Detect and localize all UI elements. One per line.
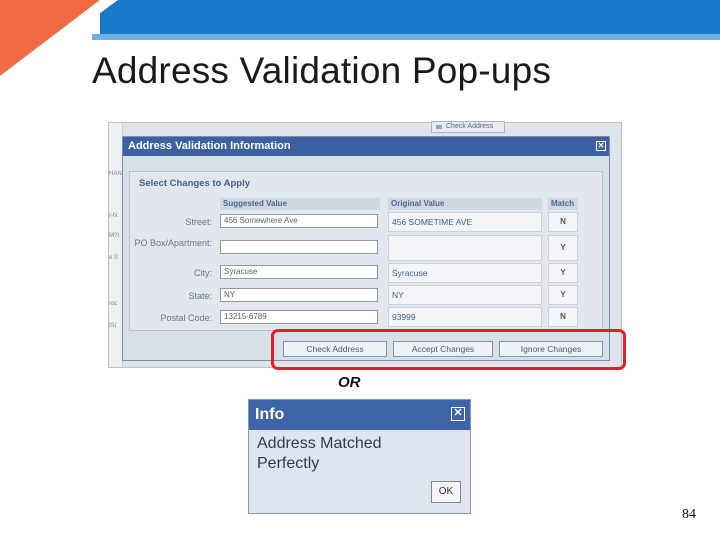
state-match-value: Y (548, 285, 578, 305)
street-suggested-input[interactable]: 456 Somewhere Ave (220, 214, 378, 228)
dialog-header: Address Validation Information ✕ (123, 137, 609, 156)
column-header-match: Match (548, 198, 578, 210)
background-check-address-button[interactable]: Check Address (431, 121, 505, 133)
city-match-value: Y (548, 263, 578, 283)
dialog-body: Select Changes to Apply Suggested Value … (129, 171, 603, 331)
po-box-match-value: Y (548, 235, 578, 261)
po-box-original-value (388, 235, 542, 261)
info-message-line2: Perfectly (257, 455, 320, 472)
postal-code-match-value: N (548, 307, 578, 327)
postal-code-original-value: 93999 (388, 307, 542, 327)
po-box-suggested-input[interactable] (220, 240, 378, 254)
background-left-strip: HAN r-N M?I e S roc IS( (109, 123, 123, 367)
header-blue-bar (100, 0, 720, 34)
strip-label: r-N (109, 213, 118, 219)
info-message-line1: Address Matched (257, 435, 382, 452)
strip-label: e S (109, 255, 119, 261)
street-original-value: 456 SOMETIME AVE (388, 212, 542, 232)
city-label: City: (194, 268, 212, 278)
strip-label: HAN (109, 171, 122, 177)
info-message: Address Matched Perfectly (257, 434, 457, 474)
city-original-value: Syracuse (388, 263, 542, 283)
close-icon[interactable]: ✕ (596, 141, 606, 151)
info-title: Info (255, 406, 285, 423)
address-validation-dialog: Address Validation Information ✕ Select … (122, 136, 610, 361)
strip-label: roc (109, 301, 118, 307)
po-box-label: PO Box/Apartment: (134, 238, 212, 248)
close-icon[interactable]: ✕ (451, 407, 465, 421)
postal-code-label: Postal Code: (160, 313, 212, 323)
buttons-highlight-outline (271, 329, 626, 370)
section-title: Select Changes to Apply (139, 178, 251, 189)
ok-button[interactable]: OK (431, 481, 461, 503)
strip-label: M?I (109, 233, 120, 239)
street-match-value: N (548, 212, 578, 232)
strip-label: IS( (109, 323, 117, 329)
info-dialog: Info ✕ Address Matched Perfectly OK (248, 399, 471, 514)
slide-title: Address Validation Pop-ups (92, 50, 552, 91)
state-suggested-input[interactable]: NY (220, 288, 378, 302)
state-original-value: NY (388, 285, 542, 305)
street-label: Street: (185, 217, 212, 227)
city-suggested-input[interactable]: Syracuse (220, 265, 378, 279)
column-header-suggested: Suggested Value (220, 198, 380, 210)
state-label: State: (188, 291, 212, 301)
or-label: OR (338, 374, 361, 391)
column-header-original: Original Value (388, 198, 542, 210)
postal-code-suggested-input[interactable]: 13215-6789 (220, 310, 378, 324)
dialog-title: Address Validation Information (128, 140, 291, 152)
header-light-stripe (92, 34, 720, 40)
info-header: Info ✕ (249, 400, 470, 430)
page-number: 84 (682, 507, 696, 522)
